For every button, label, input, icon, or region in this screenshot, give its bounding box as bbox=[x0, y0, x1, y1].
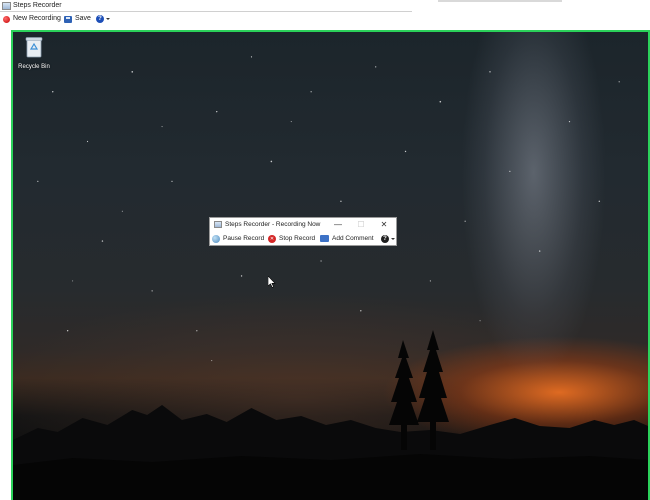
comment-icon bbox=[320, 235, 329, 242]
recording-window: Steps Recorder - Recording Now — ☐ ✕ Pau… bbox=[209, 217, 397, 246]
recording-window-title: Steps Recorder - Recording Now bbox=[225, 221, 321, 228]
recording-window-toolbar: Pause Record Stop Record Add Comment ? bbox=[210, 232, 396, 245]
mountain-silhouette bbox=[13, 405, 648, 500]
save-button[interactable]: Save bbox=[64, 14, 91, 24]
steps-recorder-icon bbox=[2, 2, 11, 10]
stop-record-label: Stop Record bbox=[279, 234, 316, 242]
pause-record-label: Pause Record bbox=[223, 234, 265, 242]
save-icon bbox=[64, 15, 72, 23]
recycle-bin-label: Recycle Bin bbox=[18, 64, 50, 70]
outer-window-title: Steps Recorder bbox=[13, 2, 62, 9]
chevron-down-icon bbox=[106, 18, 110, 20]
help-icon: ? bbox=[381, 234, 389, 243]
maximize-button[interactable]: ☐ bbox=[351, 219, 371, 230]
stop-record-button[interactable]: Stop Record bbox=[268, 233, 315, 244]
stop-icon bbox=[268, 234, 276, 243]
recording-window-titlebar[interactable]: Steps Recorder - Recording Now — ☐ ✕ bbox=[210, 218, 396, 231]
save-label: Save bbox=[75, 15, 91, 22]
pause-icon bbox=[212, 234, 220, 243]
add-comment-label: Add Comment bbox=[332, 234, 374, 242]
recording-help-button[interactable]: ? bbox=[381, 233, 395, 244]
desktop-area: Recycle Bin bbox=[11, 30, 650, 500]
new-recording-button[interactable]: New Recording bbox=[3, 14, 61, 24]
help-icon: ? bbox=[96, 15, 104, 23]
recycle-bin-shortcut[interactable]: Recycle Bin bbox=[15, 34, 53, 74]
minimize-button[interactable]: — bbox=[328, 219, 348, 230]
outer-window-toolbar: New Recording Save ? bbox=[0, 12, 650, 26]
pause-record-button[interactable]: Pause Record bbox=[212, 233, 264, 244]
chevron-down-icon bbox=[391, 237, 395, 240]
new-recording-label: New Recording bbox=[13, 15, 61, 22]
mouse-pointer-icon bbox=[268, 276, 276, 288]
close-button[interactable]: ✕ bbox=[374, 219, 394, 230]
steps-recorder-icon bbox=[214, 221, 222, 228]
recycle-bin-icon bbox=[25, 37, 43, 58]
background-window-edge bbox=[438, 0, 562, 2]
add-comment-button[interactable]: Add Comment bbox=[320, 233, 374, 244]
screen: Steps Recorder New Recording Save ? Recy… bbox=[0, 0, 650, 500]
record-icon bbox=[3, 15, 10, 23]
help-button[interactable]: ? bbox=[96, 14, 110, 24]
outer-window-titlebar: Steps Recorder bbox=[0, 0, 650, 12]
tree-silhouettes bbox=[389, 330, 449, 450]
